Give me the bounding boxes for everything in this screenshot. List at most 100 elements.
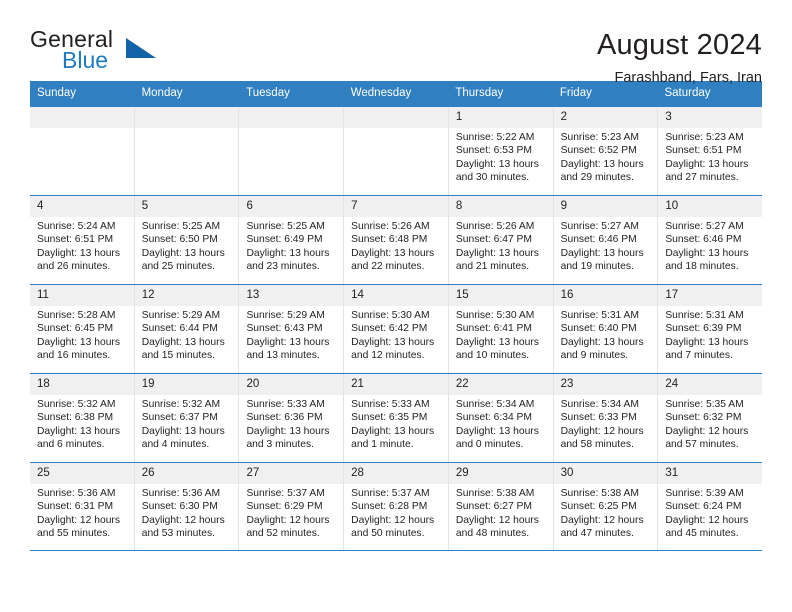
calendar-week-row: 11 Sunrise: 5:28 AM Sunset: 6:45 PM Dayligh… [30,284,763,373]
sunrise-text: Sunrise: 5:25 AM [141,221,221,232]
calendar-day-cell[interactable]: 7 Sunrise: 5:26 AM Sunset: 6:48 PM Daylight… [344,196,449,284]
sunset-text: Sunset: 6:31 PM [37,501,114,513]
calendar-day-cell[interactable]: 23 Sunrise: 5:34 AM Sunset: 6:33 PM Dayligh… [553,374,659,462]
calendar-day-cell[interactable]: 9 Sunrise: 5:27 AM Sunset: 6:46 PM Daylight… [553,196,659,284]
calendar-day-cell[interactable]: 27 Sunrise: 5:37 AM Sunset: 6:29 PM Dayligh… [239,463,345,550]
sun-info: Sunrise: 5:27 AM Sunset: 6:46 PM Daylight:… [658,217,762,274]
calendar-day-cell[interactable]: 19 Sunrise: 5:32 AM Sunset: 6:37 PM Dayligh… [134,374,240,462]
calendar-day-cell[interactable]: 24 Sunrise: 5:35 AM Sunset: 6:32 PM Dayligh… [658,374,763,462]
day-number: 8 [448,196,553,217]
day-number: 10 [658,196,763,217]
day-number: 29 [448,463,553,484]
daylight2-text: and 10 minutes. [455,350,530,362]
daylight-text: Daylight: 12 hours [560,514,644,526]
day-number: 23 [553,374,658,395]
calendar-day-cell[interactable]: 29 Sunrise: 5:38 AM Sunset: 6:27 PM Dayligh… [448,463,554,550]
daylight2-text: and 13 minutes. [246,350,320,362]
calendar-day-cell[interactable]: 18 Sunrise: 5:32 AM Sunset: 6:38 PM Dayligh… [30,374,135,462]
sunset-text: Sunset: 6:38 PM [37,412,114,424]
sunset-text: Sunset: 6:36 PM [246,412,323,424]
sunrise-text: Sunrise: 5:33 AM [246,399,325,410]
calendar-day-cell[interactable]: 2 Sunrise: 5:23 AM Sunset: 6:52 PM Daylight… [553,107,659,195]
calendar-day-cell[interactable]: 14 Sunrise: 5:30 AM Sunset: 6:42 PM Dayligh… [344,285,449,373]
day-number: 25 [30,463,134,484]
sunset-text: Sunset: 6:35 PM [351,412,428,424]
day-number: 9 [553,196,658,217]
daylight-text: Daylight: 13 hours [141,336,225,348]
daylight2-text: and 6 minutes. [37,439,105,451]
day-number: 5 [134,196,239,217]
daylight-text: Daylight: 13 hours [560,158,644,170]
calendar-day-cell[interactable]: 28 Sunrise: 5:37 AM Sunset: 6:28 PM Dayligh… [344,463,449,550]
calendar-day-cell[interactable]: 16 Sunrise: 5:31 AM Sunset: 6:40 PM Dayligh… [553,285,659,373]
calendar-week-row: 18 Sunrise: 5:32 AM Sunset: 6:38 PM Dayligh… [30,373,763,462]
sun-info: Sunrise: 5:22 AM Sunset: 6:53 PM Daylight:… [449,128,553,185]
calendar-day-cell[interactable]: 3 Sunrise: 5:23 AM Sunset: 6:51 PM Daylight… [658,107,763,195]
sunrise-text: Sunrise: 5:26 AM [351,221,430,232]
daylight-text: Daylight: 13 hours [351,336,435,348]
calendar-day-cell[interactable]: 26 Sunrise: 5:36 AM Sunset: 6:30 PM Dayligh… [134,463,240,550]
daylight-text: Daylight: 13 hours [246,425,330,437]
calendar-day-cell[interactable]: 25 Sunrise: 5:36 AM Sunset: 6:31 PM Dayligh… [30,463,135,550]
sunrise-text: Sunrise: 5:36 AM [141,488,221,499]
sunrise-text: Sunrise: 5:30 AM [455,310,535,321]
sunrise-text: Sunrise: 5:37 AM [351,488,430,499]
sunset-text: Sunset: 6:40 PM [560,323,637,335]
calendar-day-cell[interactable]: 31 Sunrise: 5:39 AM Sunset: 6:24 PM Dayligh… [658,463,763,550]
day-number: 24 [658,374,763,395]
calendar-page: General Blue August 2024 Farashband, Far… [0,0,792,612]
sunset-text: Sunset: 6:29 PM [246,501,323,513]
calendar-day-cell[interactable]: 15 Sunrise: 5:30 AM Sunset: 6:41 PM Dayligh… [448,285,554,373]
sunset-text: Sunset: 6:37 PM [141,412,218,424]
sunrise-text: Sunrise: 5:32 AM [37,399,116,410]
calendar-day-cell[interactable]: 30 Sunrise: 5:38 AM Sunset: 6:25 PM Dayligh… [553,463,659,550]
day-number [344,107,448,128]
sun-info: Sunrise: 5:26 AM Sunset: 6:47 PM Daylight:… [449,217,553,274]
daylight2-text: and 0 minutes. [455,439,524,451]
daylight-text: Daylight: 13 hours [141,425,225,437]
daylight2-text: and 52 minutes. [246,528,320,540]
sun-info: Sunrise: 5:32 AM Sunset: 6:37 PM Daylight:… [135,395,239,452]
daylight-text: Daylight: 12 hours [665,514,749,526]
calendar-day-cell[interactable]: 11 Sunrise: 5:28 AM Sunset: 6:45 PM Dayligh… [30,285,135,373]
sunset-text: Sunset: 6:34 PM [455,412,533,424]
daylight-text: Daylight: 12 hours [141,514,225,526]
daylight-text: Daylight: 13 hours [560,336,644,348]
sunrise-text: Sunrise: 5:38 AM [455,488,535,499]
daylight-text: Daylight: 13 hours [246,336,330,348]
sunrise-text: Sunrise: 5:23 AM [560,132,640,143]
sunrise-text: Sunrise: 5:33 AM [351,399,430,410]
day-number: 4 [30,196,134,217]
sunrise-text: Sunrise: 5:22 AM [455,132,535,143]
sun-info: Sunrise: 5:35 AM Sunset: 6:32 PM Daylight:… [658,395,762,452]
day-number: 27 [239,463,344,484]
sunset-text: Sunset: 6:53 PM [455,145,533,157]
calendar-day-cell[interactable]: 6 Sunrise: 5:25 AM Sunset: 6:49 PM Daylight… [239,196,345,284]
calendar-day-cell[interactable]: 13 Sunrise: 5:29 AM Sunset: 6:43 PM Dayligh… [239,285,345,373]
calendar-day-cell[interactable]: 12 Sunrise: 5:29 AM Sunset: 6:44 PM Dayligh… [134,285,240,373]
calendar-day-cell[interactable]: 17 Sunrise: 5:31 AM Sunset: 6:39 PM Dayligh… [658,285,763,373]
calendar-day-cell[interactable]: 1 Sunrise: 5:22 AM Sunset: 6:53 PM Daylight… [448,107,554,195]
weekday-header-friday: Friday [559,87,592,99]
daylight2-text: and 27 minutes. [665,172,739,184]
daylight2-text: and 26 minutes. [37,261,111,273]
sun-info: Sunrise: 5:23 AM Sunset: 6:52 PM Daylight:… [554,128,658,185]
sunrise-text: Sunrise: 5:34 AM [455,399,535,410]
sunset-text: Sunset: 6:41 PM [455,323,533,335]
calendar-day-cell[interactable]: 21 Sunrise: 5:33 AM Sunset: 6:35 PM Dayligh… [344,374,449,462]
sun-info: Sunrise: 5:23 AM Sunset: 6:51 PM Daylight:… [658,128,762,185]
calendar-day-cell[interactable]: 22 Sunrise: 5:34 AM Sunset: 6:34 PM Dayligh… [448,374,554,462]
calendar-day-cell[interactable]: 5 Sunrise: 5:25 AM Sunset: 6:50 PM Daylight… [134,196,240,284]
calendar-day-cell[interactable]: 8 Sunrise: 5:26 AM Sunset: 6:47 PM Daylight… [448,196,554,284]
daylight2-text: and 21 minutes. [455,261,530,273]
sunrise-text: Sunrise: 5:29 AM [141,310,221,321]
calendar-day-cell[interactable]: 10 Sunrise: 5:27 AM Sunset: 6:46 PM Dayligh… [658,196,763,284]
calendar-day-cell[interactable]: 4 Sunrise: 5:24 AM Sunset: 6:51 PM Daylight… [30,196,135,284]
sunrise-text: Sunrise: 5:34 AM [560,399,640,410]
logo[interactable]: General Blue [30,26,230,78]
calendar-day-cell[interactable]: 20 Sunrise: 5:33 AM Sunset: 6:36 PM Dayligh… [239,374,345,462]
weekday-header-thursday: Thursday [455,87,504,99]
sun-info: Sunrise: 5:34 AM Sunset: 6:34 PM Daylight:… [449,395,553,452]
sun-info: Sunrise: 5:26 AM Sunset: 6:48 PM Daylight:… [344,217,448,274]
daylight-text: Daylight: 12 hours [246,514,330,526]
